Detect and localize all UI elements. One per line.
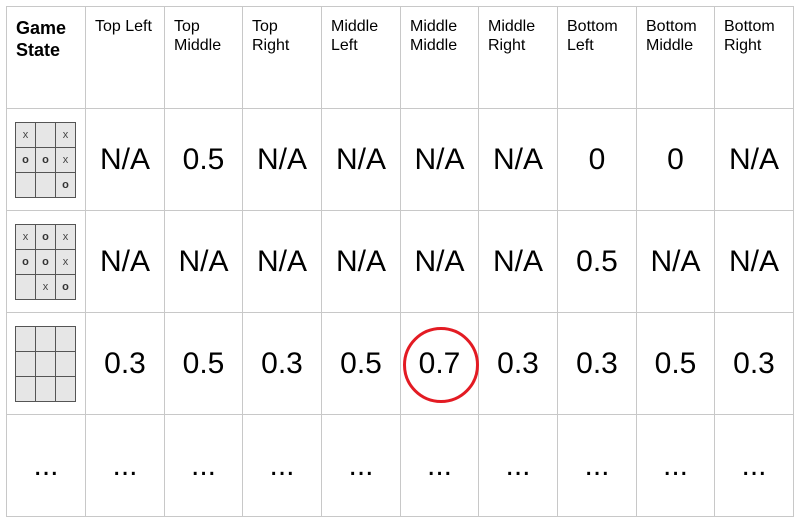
board-cell: x	[56, 147, 75, 172]
board-cell	[56, 326, 75, 351]
table-row: x o x o o x x o N/A N/A N/A N/A N/A N/A …	[6, 210, 794, 313]
header-label: Top Left	[95, 18, 152, 35]
value-cell: ...	[714, 414, 794, 517]
value-cell: 0	[636, 108, 715, 211]
header-label: Middle Left	[331, 18, 379, 54]
game-state-cell	[6, 312, 86, 415]
header-game-state: Game State	[6, 6, 86, 109]
value-cell: N/A	[714, 108, 794, 211]
value-cell: N/A	[714, 210, 794, 313]
board-cell	[56, 376, 75, 401]
board-cell: o	[56, 274, 75, 299]
value-cell: ...	[557, 414, 637, 517]
value-cell: 0.3	[85, 312, 165, 415]
board-cell: x	[16, 122, 35, 147]
highlight-circle	[402, 326, 479, 403]
value-cell: N/A	[478, 210, 558, 313]
board-cell: o	[16, 147, 35, 172]
board-cell: o	[16, 249, 35, 274]
value-cell: ...	[636, 414, 715, 517]
value-cell: ...	[400, 414, 479, 517]
table-row: x x o o x o N/A 0.5 N/A N/A N/A N/A 0 0 …	[6, 108, 794, 211]
header-label: Bottom Left	[567, 18, 618, 54]
value-cell: ...	[242, 414, 322, 517]
board-cell: o	[36, 147, 55, 172]
header-bottom-left: Bottom Left	[557, 6, 637, 109]
value-cell: 0.3	[478, 312, 558, 415]
value-cell: N/A	[321, 210, 401, 313]
header-bottom-right: Bottom Right	[714, 6, 794, 109]
tic-tac-toe-board: x x o o x o	[15, 121, 76, 198]
game-state-cell: x x o o x o	[6, 108, 86, 211]
value-cell: N/A	[400, 210, 479, 313]
value-cell: 0.5	[164, 108, 243, 211]
header-label: Middle Right	[488, 18, 536, 54]
board-cell: x	[16, 224, 35, 249]
value-cell: 0.5	[636, 312, 715, 415]
tic-tac-toe-board: x o x o o x x o	[15, 223, 76, 300]
header-middle-left: Middle Left	[321, 6, 401, 109]
header-bottom-middle: Bottom Middle	[636, 6, 715, 109]
value-cell: 0.5	[557, 210, 637, 313]
board-cell	[16, 376, 35, 401]
value-cell: 0.3	[714, 312, 794, 415]
header-label: Middle Middle	[410, 18, 458, 54]
header-label: Top Right	[252, 18, 290, 54]
header-top-left: Top Left	[85, 6, 165, 109]
value-cell: N/A	[400, 108, 479, 211]
board-cell	[36, 351, 55, 376]
header-label: Bottom Right	[724, 18, 775, 54]
board-cell: x	[56, 249, 75, 274]
board-cell: o	[36, 249, 55, 274]
board-cell: o	[56, 172, 75, 197]
value-cell: 0.5	[164, 312, 243, 415]
board-cell: x	[56, 224, 75, 249]
value-cell: ...	[321, 414, 401, 517]
header-top-middle: Top Middle	[164, 6, 243, 109]
game-state-table: Game State Top Left Top Middle Top Right…	[6, 6, 794, 517]
value-cell: N/A	[636, 210, 715, 313]
value-cell: ...	[164, 414, 243, 517]
value-cell: N/A	[242, 210, 322, 313]
value-cell: 0	[557, 108, 637, 211]
highlighted-value-cell: 0.7	[400, 312, 479, 415]
value-cell: ...	[478, 414, 558, 517]
table-row: 0.3 0.5 0.3 0.5 0.7 0.3 0.3 0.5 0.3	[6, 312, 794, 415]
highlighted-value: 0.7	[402, 326, 479, 403]
board-cell: x	[56, 122, 75, 147]
board-cell	[56, 351, 75, 376]
value-cell: N/A	[85, 210, 165, 313]
board-cell	[16, 351, 35, 376]
value-cell: N/A	[242, 108, 322, 211]
header-middle-right: Middle Right	[478, 6, 558, 109]
table-row: ... ... ... ... ... ... ... ... ... ...	[6, 414, 794, 517]
board-cell	[36, 122, 55, 147]
board-cell	[36, 172, 55, 197]
header-label: Top Middle	[174, 18, 222, 54]
header-label: Bottom Middle	[646, 18, 697, 54]
value-cell: 0.5	[321, 312, 401, 415]
board-cell	[36, 326, 55, 351]
board-cell	[16, 172, 35, 197]
header-label: Game State	[16, 18, 67, 60]
board-cell	[16, 326, 35, 351]
header-top-right: Top Right	[242, 6, 322, 109]
value-cell: N/A	[85, 108, 165, 211]
header-row: Game State Top Left Top Middle Top Right…	[6, 6, 794, 109]
value-cell: N/A	[478, 108, 558, 211]
board-cell: x	[36, 274, 55, 299]
header-middle-middle: Middle Middle	[400, 6, 479, 109]
value-cell: ...	[85, 414, 165, 517]
value-cell: 0.3	[242, 312, 322, 415]
board-cell	[36, 376, 55, 401]
value-cell: N/A	[321, 108, 401, 211]
board-cell	[16, 274, 35, 299]
value-cell: N/A	[164, 210, 243, 313]
tic-tac-toe-board	[15, 325, 76, 402]
board-cell: o	[36, 224, 55, 249]
game-state-cell: ...	[6, 414, 86, 517]
game-state-cell: x o x o o x x o	[6, 210, 86, 313]
value-cell: 0.3	[557, 312, 637, 415]
